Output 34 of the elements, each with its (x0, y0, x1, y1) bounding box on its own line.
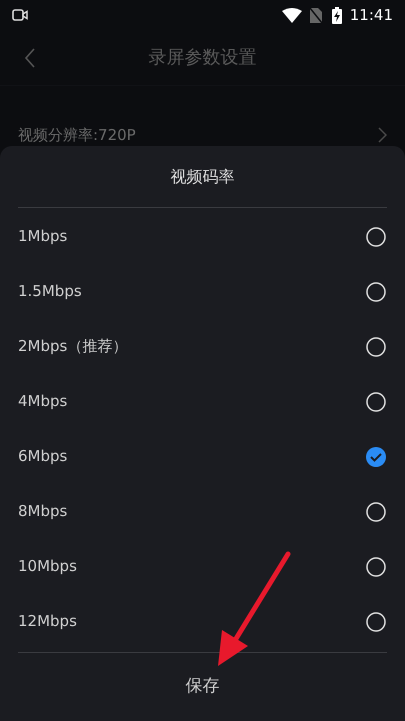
chevron-right-icon (378, 127, 387, 143)
bitrate-option[interactable]: 1.5Mbps (0, 264, 405, 319)
save-button[interactable]: 保存 (178, 670, 228, 704)
page-title: 录屏参数设置 (148, 46, 256, 70)
option-label: 12Mbps (18, 611, 77, 632)
radio-unchecked[interactable] (366, 502, 386, 522)
option-label: 2Mbps（推荐） (18, 336, 128, 358)
bitrate-option[interactable]: 6Mbps (0, 429, 405, 484)
bitrate-option[interactable]: 12Mbps (0, 594, 405, 649)
option-label: 8Mbps (18, 501, 68, 522)
wifi-icon (282, 8, 302, 22)
radio-unchecked[interactable] (366, 282, 386, 302)
bitrate-option[interactable]: 8Mbps (0, 484, 405, 539)
radio-unchecked[interactable] (366, 336, 386, 356)
bitrate-option[interactable]: 1Mbps (0, 209, 405, 264)
option-label: 1Mbps (18, 226, 68, 248)
setting-label[interactable]: 视频分辨率:720P (18, 124, 136, 146)
sheet-title: 视频码率 (170, 166, 234, 188)
radio-unchecked[interactable] (366, 556, 386, 576)
option-label: 6Mbps (18, 446, 68, 468)
option-label: 4Mbps (18, 391, 68, 412)
radio-unchecked[interactable] (366, 226, 386, 246)
radio-checked[interactable] (366, 446, 386, 466)
bitrate-option[interactable]: 4Mbps (0, 374, 405, 429)
option-label: 10Mbps (18, 556, 77, 578)
screen-record-icon (12, 9, 29, 21)
option-label: 1.5Mbps (18, 281, 82, 302)
bitrate-option[interactable]: 2Mbps（推荐） (0, 319, 405, 374)
battery-charging-icon (332, 6, 342, 24)
radio-unchecked[interactable] (366, 392, 386, 412)
status-time: 11:41 (350, 4, 393, 26)
no-sim-icon (310, 8, 322, 22)
radio-unchecked[interactable] (366, 612, 386, 632)
bitrate-option[interactable]: 10Mbps (0, 539, 405, 594)
